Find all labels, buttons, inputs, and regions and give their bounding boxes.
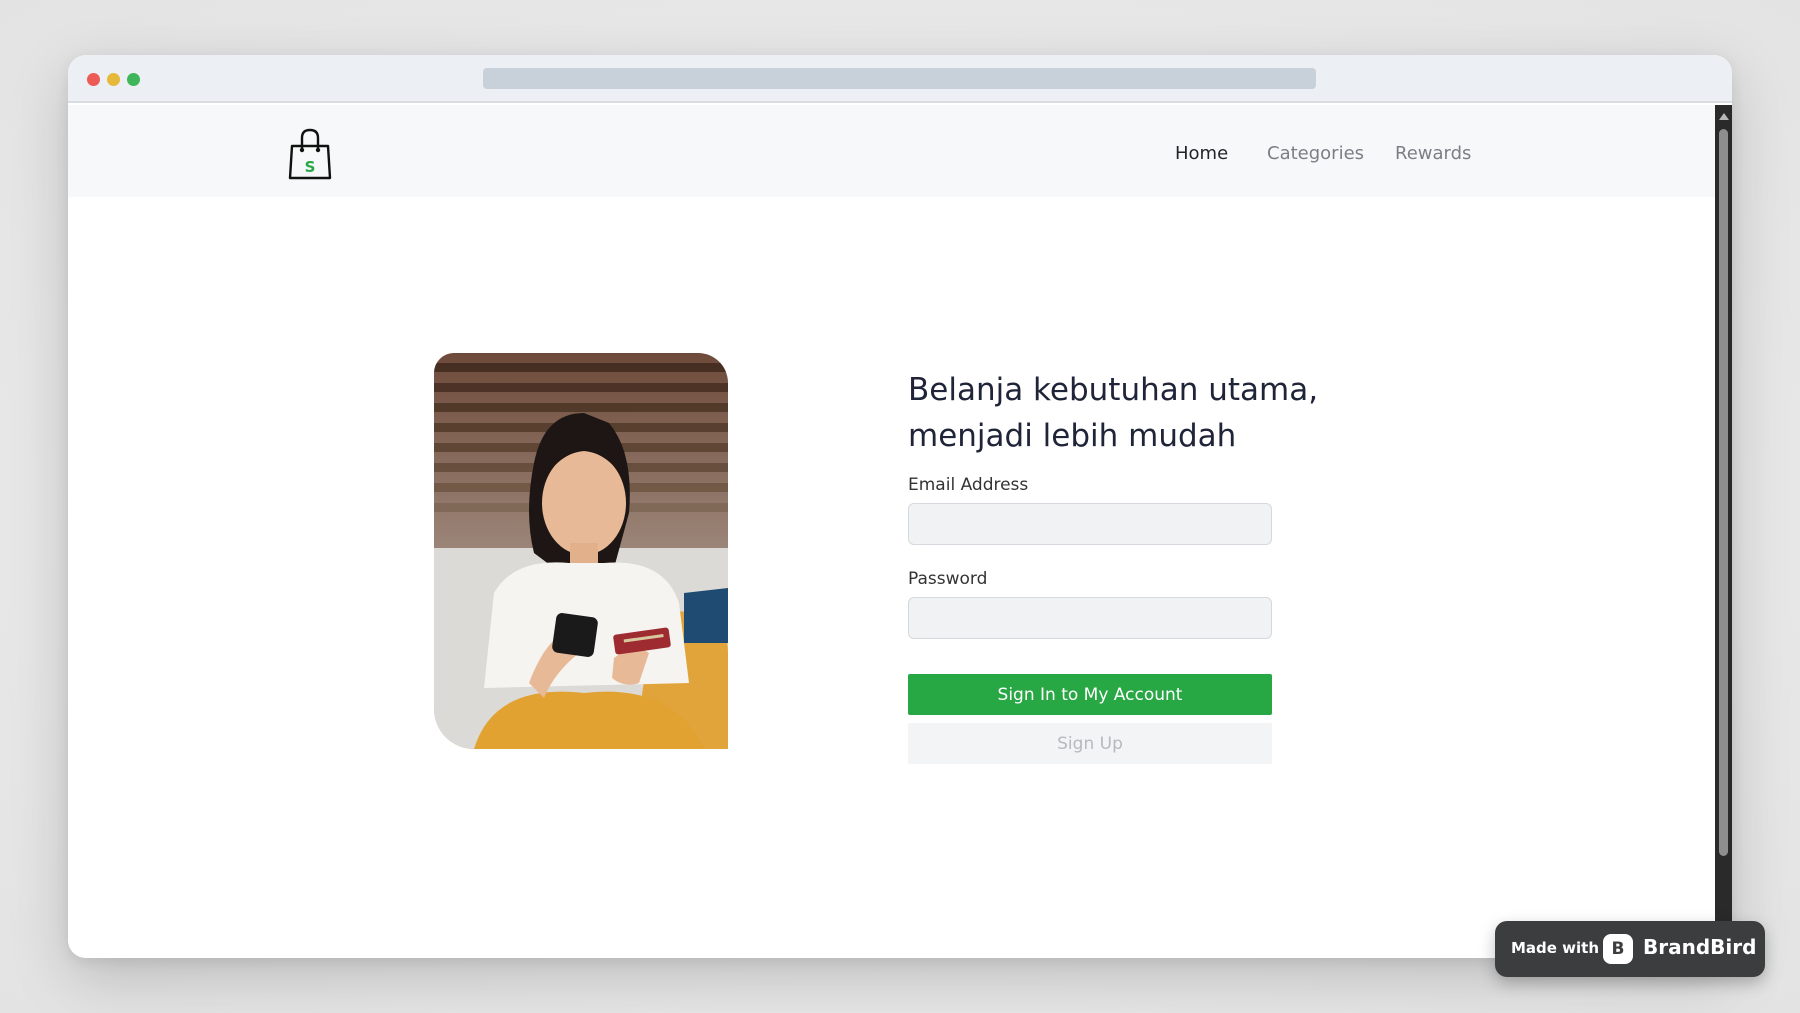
navbar: S Home Categories Rewards [68, 105, 1715, 197]
badge-made-with-text: Made with [1511, 939, 1600, 957]
login-heading: Belanja kebutuhan utama, menjadi lebih m… [908, 367, 1368, 459]
address-bar[interactable] [483, 68, 1316, 89]
scrollbar[interactable] [1715, 105, 1732, 958]
sign-up-button[interactable]: Sign Up [908, 723, 1272, 764]
email-label: Email Address [908, 475, 1029, 495]
scroll-up-arrow-icon[interactable] [1719, 113, 1729, 120]
sign-in-button[interactable]: Sign In to My Account [908, 674, 1272, 715]
close-window-button[interactable] [87, 73, 100, 86]
browser-window: S Home Categories Rewards Belanja kebutu… [68, 55, 1732, 958]
hero-illustration [434, 353, 728, 749]
shopping-bag-logo-icon[interactable]: S [286, 126, 334, 182]
scrollbar-thumb[interactable] [1719, 129, 1728, 856]
email-input[interactable] [908, 503, 1272, 545]
badge-brand-name: BrandBird [1643, 935, 1757, 959]
hero-image-woman-shopping [434, 353, 728, 749]
password-label: Password [908, 569, 988, 589]
password-input[interactable] [908, 597, 1272, 639]
nav-categories-link[interactable]: Categories [1267, 143, 1364, 164]
minimize-window-button[interactable] [107, 73, 120, 86]
maximize-window-button[interactable] [127, 73, 140, 86]
nav-home-link[interactable]: Home [1175, 143, 1228, 164]
heading-line-2: menjadi lebih mudah [908, 418, 1237, 454]
logo-letter: S [305, 158, 316, 176]
made-with-brandbird-badge[interactable]: Made with B BrandBird [1495, 921, 1765, 977]
brandbird-logo-icon: B [1603, 934, 1633, 964]
heading-line-1: Belanja kebutuhan utama, [908, 372, 1319, 408]
page-viewport: S Home Categories Rewards Belanja kebutu… [68, 105, 1715, 958]
browser-titlebar [68, 55, 1732, 103]
nav-rewards-link[interactable]: Rewards [1395, 143, 1471, 164]
